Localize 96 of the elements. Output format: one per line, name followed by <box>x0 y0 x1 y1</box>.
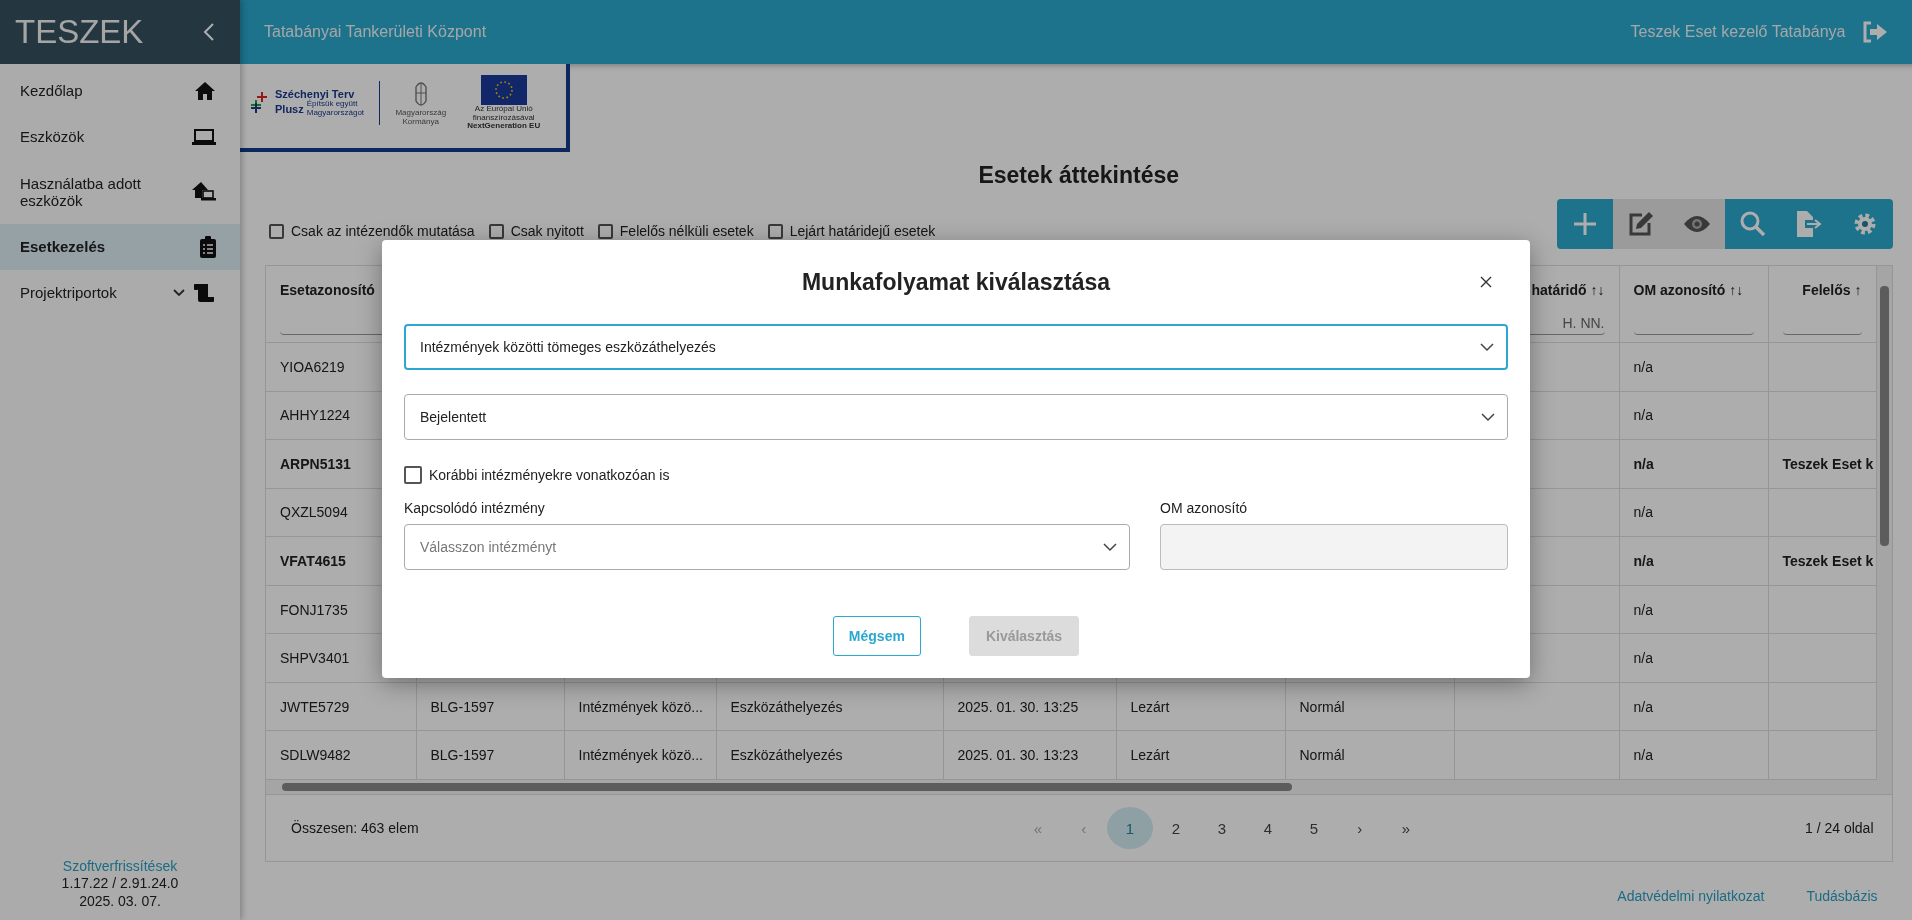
sidebar-item[interactable]: Eszközök <box>0 114 240 160</box>
field-label: Kapcsolódó intézmény <box>404 500 546 516</box>
table-cell: Eszközáthelyezés <box>730 747 843 764</box>
plus-icon <box>1572 212 1597 236</box>
table-cell: Teszek Eset k <box>1782 552 1874 569</box>
table-cell: Lezárt <box>1130 698 1170 715</box>
chevron-down-icon <box>1480 342 1494 352</box>
table-cell: ARPN5131 <box>280 455 351 472</box>
institution-select[interactable]: Válasszon intézményt <box>404 524 1130 570</box>
eye-icon <box>1682 214 1711 234</box>
table-cell: n/a <box>1633 455 1654 472</box>
page-button[interactable]: 3 <box>1198 807 1245 849</box>
plan-suffix: Plusz <box>275 103 304 115</box>
status-select[interactable]: Bejelentett <box>404 394 1508 440</box>
column-header[interactable]: Felelős ↑ <box>1802 282 1862 302</box>
table-cell: n/a <box>1633 650 1653 667</box>
settings-button[interactable] <box>1836 199 1893 249</box>
table-cell: Normál <box>1299 698 1345 715</box>
sidebar-item[interactable]: Esetkezelés <box>0 224 240 270</box>
table-cell: n/a <box>1633 504 1653 521</box>
release-date: 2025. 03. 07. <box>79 892 161 910</box>
page-info: 1 / 24 oldal <box>1805 820 1874 836</box>
eu-flag-icon <box>480 74 527 105</box>
column-header[interactable]: OM azonosító ↑↓ <box>1633 282 1744 302</box>
eu-program-text: NextGeneration EU <box>466 122 542 132</box>
page-button[interactable]: 2 <box>1152 807 1199 849</box>
table-cell: n/a <box>1633 747 1653 764</box>
government-text: Magyarország Kormánya <box>394 109 448 127</box>
pencil-icon <box>1627 211 1654 237</box>
table-cell: QXZL5094 <box>280 504 348 521</box>
page-nav-button[interactable]: › <box>1336 807 1383 849</box>
checkbox[interactable] <box>767 223 783 239</box>
sidebar-item[interactable]: Projektriportok <box>0 270 240 316</box>
sidebar-item[interactable]: Használatba adott eszközök <box>0 160 240 224</box>
column-header[interactable]: határidő ↑↓ <box>1531 282 1605 302</box>
chevron-down-icon <box>1481 412 1495 422</box>
clipboard-icon <box>200 236 216 258</box>
table-cell: FONJ1735 <box>280 601 348 618</box>
table-cell: Intézmények közö... <box>578 747 703 764</box>
checkbox[interactable] <box>488 223 504 239</box>
search-icon <box>1739 211 1766 237</box>
scroll-icon <box>194 283 216 303</box>
table-cell: JWTE5729 <box>280 698 350 715</box>
table-cell: BLG-1597 <box>430 747 495 764</box>
organization-name: Tatabányai Tankerületi Központ <box>264 23 488 41</box>
page-button[interactable]: 5 <box>1290 807 1337 849</box>
filter-checkbox[interactable]: Csak nyitott <box>488 223 584 239</box>
workflow-select[interactable]: Intézmények közötti tömeges eszközáthelyezés <box>404 324 1508 370</box>
table-cell: YIOA6219 <box>280 358 345 375</box>
horizontal-scrollbar[interactable] <box>266 780 1892 794</box>
table-cell: n/a <box>1633 552 1654 569</box>
table-cell: Teszek Eset k <box>1782 455 1874 472</box>
house-laptop-icon <box>192 181 216 203</box>
plan-name: Széchenyi Terv <box>275 88 356 101</box>
close-icon[interactable] <box>1480 276 1492 288</box>
chevron-left-icon[interactable] <box>202 22 216 42</box>
table-cell: VFAT4615 <box>280 552 346 569</box>
checkbox[interactable] <box>269 223 284 239</box>
add-button[interactable] <box>1556 199 1613 249</box>
file-export-icon <box>1794 210 1823 238</box>
logout-icon[interactable] <box>1861 21 1888 43</box>
table-cell: n/a <box>1633 407 1653 424</box>
checkbox[interactable] <box>597 223 613 239</box>
dialog-title: Munkafolyamat kiválasztása <box>801 268 1111 296</box>
checkbox-label: Korábbi intézményekre vonatkozóan is <box>429 467 670 483</box>
table-cell: 2025. 01. 30. 13:25 <box>957 698 1079 715</box>
total-count: Összesen: 463 elem <box>291 820 419 836</box>
table-cell: BLG-1597 <box>430 698 495 715</box>
table-cell: Normál <box>1299 747 1345 764</box>
table-cell: Eszközáthelyezés <box>730 698 843 715</box>
chevron-down-icon[interactable] <box>172 288 186 298</box>
column-header[interactable]: Esetazonosító <box>280 282 375 302</box>
table-cell: 2025. 01. 30. 13:23 <box>957 747 1079 764</box>
table-cell: SHPV3401 <box>280 650 350 667</box>
field-label: OM azonosító <box>1160 500 1249 516</box>
slogan-text: Építsük együtt Magyarországot <box>306 100 366 118</box>
version-text: 1.17.22 / 2.91.24.0 <box>61 875 179 893</box>
sidebar-item[interactable]: Kezdőlap <box>0 68 240 114</box>
table-cell: n/a <box>1633 698 1653 715</box>
checkbox-label: Csak nyitott <box>510 223 584 239</box>
laptop-icon <box>192 128 216 146</box>
table-cell: SDLW9482 <box>280 747 351 764</box>
page-title: Esetek áttekintése <box>978 162 1180 189</box>
table-cell: n/a <box>1633 358 1653 375</box>
table-cell: Lezárt <box>1130 747 1170 764</box>
page-nav-button[interactable]: » <box>1382 807 1429 849</box>
home-icon <box>194 81 216 101</box>
eu-funding-text: Az Európai Unió finanszírozásával <box>471 104 536 123</box>
page-button[interactable]: 4 <box>1244 807 1291 849</box>
table-cell: n/a <box>1633 601 1653 618</box>
search-button[interactable] <box>1724 199 1781 249</box>
chevron-down-icon <box>1103 542 1117 552</box>
checkbox[interactable] <box>404 466 422 484</box>
table-cell: AHHY1224 <box>280 407 351 424</box>
user-name: Teszek Eset kezelő Tatabánya <box>1630 23 1846 41</box>
table-cell: Intézmények közö... <box>578 698 703 715</box>
